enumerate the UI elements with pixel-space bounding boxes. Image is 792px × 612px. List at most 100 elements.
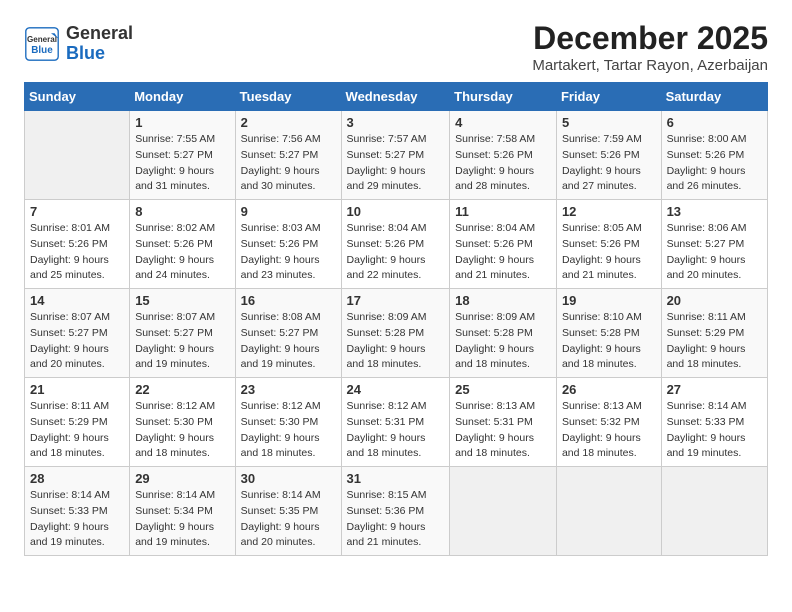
day-info: Sunrise: 8:11 AMSunset: 5:29 PMDaylight:… xyxy=(30,399,124,462)
day-number: 18 xyxy=(455,293,551,308)
calendar-day-cell: 6Sunrise: 8:00 AMSunset: 5:26 PMDaylight… xyxy=(661,111,767,200)
logo: General Blue General Blue xyxy=(24,24,133,64)
day-number: 4 xyxy=(455,115,551,130)
day-info: Sunrise: 8:09 AMSunset: 5:28 PMDaylight:… xyxy=(455,310,551,373)
calendar-day-cell: 23Sunrise: 8:12 AMSunset: 5:30 PMDayligh… xyxy=(235,378,341,467)
day-number: 9 xyxy=(241,204,336,219)
calendar-day-cell xyxy=(450,467,557,556)
day-info: Sunrise: 7:55 AMSunset: 5:27 PMDaylight:… xyxy=(135,132,229,195)
day-info: Sunrise: 8:03 AMSunset: 5:26 PMDaylight:… xyxy=(241,221,336,284)
title-area: December 2025 Martakert, Tartar Rayon, A… xyxy=(532,20,768,74)
day-number: 17 xyxy=(347,293,445,308)
day-number: 19 xyxy=(562,293,656,308)
calendar-day-cell: 24Sunrise: 8:12 AMSunset: 5:31 PMDayligh… xyxy=(341,378,450,467)
calendar-day-cell: 20 Sunrise: 8:11 AMSunset: 5:29 PMDayligh… xyxy=(661,289,767,378)
day-number: 26 xyxy=(562,382,656,397)
day-number: 27 xyxy=(667,382,762,397)
day-number: 29 xyxy=(135,471,229,486)
day-info: Sunrise: 8:04 AMSunset: 5:26 PMDaylight:… xyxy=(347,221,445,284)
day-info: Sunrise: 7:56 AMSunset: 5:27 PMDaylight:… xyxy=(241,132,336,195)
calendar-day-cell: 4Sunrise: 7:58 AMSunset: 5:26 PMDaylight… xyxy=(450,111,557,200)
day-number: 16 xyxy=(241,293,336,308)
calendar-day-cell: 21Sunrise: 8:11 AMSunset: 5:29 PMDayligh… xyxy=(25,378,130,467)
day-info: Sunrise: 7:59 AMSunset: 5:26 PMDaylight:… xyxy=(562,132,656,195)
day-number: 15 xyxy=(135,293,229,308)
day-number: 31 xyxy=(347,471,445,486)
calendar-day-cell: 9 Sunrise: 8:03 AMSunset: 5:26 PMDaylight… xyxy=(235,200,341,289)
weekday-header: Thursday xyxy=(450,83,557,111)
calendar-day-cell: 15 Sunrise: 8:07 AMSunset: 5:27 PMDayligh… xyxy=(130,289,235,378)
calendar-day-cell: 12 Sunrise: 8:05 AMSunset: 5:26 PMDayligh… xyxy=(556,200,661,289)
calendar-day-cell: 3 Sunrise: 7:57 AMSunset: 5:27 PMDaylight… xyxy=(341,111,450,200)
day-info: Sunrise: 8:11 AMSunset: 5:29 PMDaylight:… xyxy=(667,310,762,373)
calendar-week-row: 7Sunrise: 8:01 AMSunset: 5:26 PMDaylight… xyxy=(25,200,768,289)
day-info: Sunrise: 8:04 AMSunset: 5:26 PMDaylight:… xyxy=(455,221,551,284)
calendar-day-cell: 5 Sunrise: 7:59 AMSunset: 5:26 PMDaylight… xyxy=(556,111,661,200)
day-info: Sunrise: 8:14 AMSunset: 5:33 PMDaylight:… xyxy=(667,399,762,462)
day-info: Sunrise: 8:05 AMSunset: 5:26 PMDaylight:… xyxy=(562,221,656,284)
day-info: Sunrise: 8:12 AMSunset: 5:30 PMDaylight:… xyxy=(135,399,229,462)
day-info: Sunrise: 8:08 AMSunset: 5:27 PMDaylight:… xyxy=(241,310,336,373)
calendar-day-cell: 7Sunrise: 8:01 AMSunset: 5:26 PMDaylight… xyxy=(25,200,130,289)
day-info: Sunrise: 8:00 AMSunset: 5:26 PMDaylight:… xyxy=(667,132,762,195)
weekday-header: Saturday xyxy=(661,83,767,111)
day-info: Sunrise: 8:09 AMSunset: 5:28 PMDaylight:… xyxy=(347,310,445,373)
logo-blue-text: Blue xyxy=(66,44,133,64)
weekday-header: Sunday xyxy=(25,83,130,111)
calendar-day-cell: 13 Sunrise: 8:06 AMSunset: 5:27 PMDayligh… xyxy=(661,200,767,289)
day-number: 20 xyxy=(667,293,762,308)
calendar-day-cell: 14Sunrise: 8:07 AMSunset: 5:27 PMDayligh… xyxy=(25,289,130,378)
day-info: Sunrise: 8:06 AMSunset: 5:27 PMDaylight:… xyxy=(667,221,762,284)
day-number: 12 xyxy=(562,204,656,219)
day-info: Sunrise: 8:13 AMSunset: 5:31 PMDaylight:… xyxy=(455,399,551,462)
day-info: Sunrise: 8:14 AMSunset: 5:34 PMDaylight:… xyxy=(135,488,229,551)
day-number: 5 xyxy=(562,115,656,130)
weekday-header: Wednesday xyxy=(341,83,450,111)
day-number: 10 xyxy=(347,204,445,219)
calendar-day-cell: 2 Sunrise: 7:56 AMSunset: 5:27 PMDaylight… xyxy=(235,111,341,200)
calendar-day-cell: 27 Sunrise: 8:14 AMSunset: 5:33 PMDayligh… xyxy=(661,378,767,467)
calendar-day-cell: 17 Sunrise: 8:09 AMSunset: 5:28 PMDayligh… xyxy=(341,289,450,378)
day-number: 11 xyxy=(455,204,551,219)
day-info: Sunrise: 8:07 AMSunset: 5:27 PMDaylight:… xyxy=(135,310,229,373)
calendar-day-cell: 29 Sunrise: 8:14 AMSunset: 5:34 PMDayligh… xyxy=(130,467,235,556)
day-number: 2 xyxy=(241,115,336,130)
day-number: 13 xyxy=(667,204,762,219)
calendar-day-cell xyxy=(661,467,767,556)
day-number: 28 xyxy=(30,471,124,486)
day-info: Sunrise: 8:01 AMSunset: 5:26 PMDaylight:… xyxy=(30,221,124,284)
calendar-day-cell: 22Sunrise: 8:12 AMSunset: 5:30 PMDayligh… xyxy=(130,378,235,467)
calendar-day-cell: 25Sunrise: 8:13 AMSunset: 5:31 PMDayligh… xyxy=(450,378,557,467)
svg-text:General: General xyxy=(27,35,57,44)
day-info: Sunrise: 8:12 AMSunset: 5:31 PMDaylight:… xyxy=(347,399,445,462)
calendar-week-row: 28 Sunrise: 8:14 AMSunset: 5:33 PMDayligh… xyxy=(25,467,768,556)
day-info: Sunrise: 8:14 AMSunset: 5:33 PMDaylight:… xyxy=(30,488,124,551)
calendar-day-cell: 28 Sunrise: 8:14 AMSunset: 5:33 PMDayligh… xyxy=(25,467,130,556)
day-info: Sunrise: 8:13 AMSunset: 5:32 PMDaylight:… xyxy=(562,399,656,462)
day-info: Sunrise: 8:12 AMSunset: 5:30 PMDaylight:… xyxy=(241,399,336,462)
svg-text:Blue: Blue xyxy=(31,45,53,56)
logo-general-text: General xyxy=(66,24,133,44)
calendar-week-row: 21Sunrise: 8:11 AMSunset: 5:29 PMDayligh… xyxy=(25,378,768,467)
day-info: Sunrise: 8:15 AMSunset: 5:36 PMDaylight:… xyxy=(347,488,445,551)
calendar-day-cell: 18 Sunrise: 8:09 AMSunset: 5:28 PMDayligh… xyxy=(450,289,557,378)
calendar-day-cell: 1Sunrise: 7:55 AMSunset: 5:27 PMDaylight… xyxy=(130,111,235,200)
location-text: Martakert, Tartar Rayon, Azerbaijan xyxy=(532,57,768,74)
weekday-header: Monday xyxy=(130,83,235,111)
calendar-day-cell: 10 Sunrise: 8:04 AMSunset: 5:26 PMDayligh… xyxy=(341,200,450,289)
calendar-day-cell: 30 Sunrise: 8:14 AMSunset: 5:35 PMDayligh… xyxy=(235,467,341,556)
day-info: Sunrise: 8:10 AMSunset: 5:28 PMDaylight:… xyxy=(562,310,656,373)
calendar-day-cell: 16 Sunrise: 8:08 AMSunset: 5:27 PMDayligh… xyxy=(235,289,341,378)
day-info: Sunrise: 8:02 AMSunset: 5:26 PMDaylight:… xyxy=(135,221,229,284)
day-info: Sunrise: 8:07 AMSunset: 5:27 PMDaylight:… xyxy=(30,310,124,373)
day-number: 8 xyxy=(135,204,229,219)
calendar-day-cell: 31 Sunrise: 8:15 AMSunset: 5:36 PMDayligh… xyxy=(341,467,450,556)
weekday-header: Friday xyxy=(556,83,661,111)
day-number: 30 xyxy=(241,471,336,486)
calendar-week-row: 14Sunrise: 8:07 AMSunset: 5:27 PMDayligh… xyxy=(25,289,768,378)
day-number: 3 xyxy=(347,115,445,130)
page-header: General Blue General Blue December 2025 … xyxy=(24,20,768,74)
calendar-day-cell xyxy=(556,467,661,556)
day-info: Sunrise: 8:14 AMSunset: 5:35 PMDaylight:… xyxy=(241,488,336,551)
day-info: Sunrise: 7:57 AMSunset: 5:27 PMDaylight:… xyxy=(347,132,445,195)
